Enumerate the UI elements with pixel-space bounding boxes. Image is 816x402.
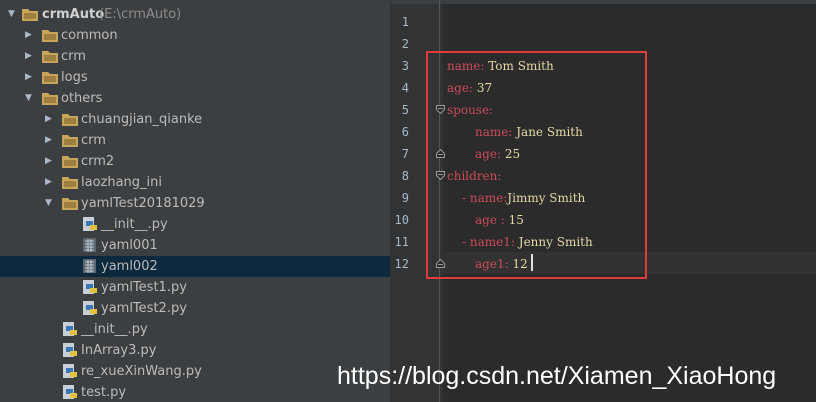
project-tree-panel: ▼ crmAuto (E:\crmAuto) ▶ common ▶ crm ▶ …: [0, 0, 390, 402]
tree-file-test-py[interactable]: test.py: [0, 382, 390, 402]
editor-tab-strip: [391, 0, 816, 4]
chevron-down-icon[interactable]: ▼: [45, 193, 52, 214]
chevron-right-icon[interactable]: ▶: [45, 109, 52, 130]
tree-item-label: InArray3.py: [81, 343, 157, 358]
tree-file-yaml002[interactable]: yaml002: [0, 256, 390, 277]
tree-item-label: logs: [61, 70, 88, 85]
tree-item-label: test.py: [81, 385, 127, 400]
tree-file-yamltest1[interactable]: yamlTest1.py: [0, 277, 390, 298]
tree-folder-others[interactable]: ▼ others: [0, 88, 390, 109]
tree-item-label: yamlTest2.py: [101, 301, 187, 316]
watermark: https://blog.csdn.net/Xiamen_XiaoHong: [337, 362, 777, 390]
tree-folder-common[interactable]: ▶ common: [0, 25, 390, 46]
tree-file-init-py[interactable]: __init__.py: [0, 214, 390, 235]
line-number: 10: [394, 213, 409, 227]
tree-folder-crm-sub[interactable]: ▶ crm: [0, 130, 390, 151]
folder-icon: [42, 30, 58, 42]
folder-icon: [62, 198, 78, 210]
chevron-right-icon[interactable]: ▶: [45, 130, 52, 151]
line-number: 8: [401, 169, 409, 183]
line-number: 6: [401, 125, 409, 139]
tree-root-path: (E:\crmAuto): [99, 7, 182, 22]
tree-root-name: crmAuto: [42, 7, 105, 22]
tree-folder-crm[interactable]: ▶ crm: [0, 46, 390, 67]
highlight-box-annotation: [426, 51, 647, 279]
python-file-icon: [63, 322, 77, 336]
tree-file-yaml001[interactable]: yaml001: [0, 235, 390, 256]
folder-icon: [62, 177, 78, 189]
tree-item-label: common: [61, 28, 118, 43]
folder-icon: [42, 72, 58, 84]
line-number: 1: [401, 15, 409, 29]
chevron-right-icon[interactable]: ▶: [45, 151, 52, 172]
line-number: 2: [401, 37, 409, 51]
tree-file-re-xuexinwang[interactable]: re_xueXinWang.py: [0, 361, 390, 382]
chevron-down-icon[interactable]: ▼: [25, 88, 32, 109]
python-file-icon: [83, 301, 97, 315]
text-file-icon: [83, 238, 96, 252]
tree-item-label: crm: [61, 49, 86, 64]
folder-icon: [62, 114, 78, 126]
tree-item-label: chuangjian_qianke: [81, 112, 203, 127]
tree-folder-chuangjian-qianke[interactable]: ▶ chuangjian_qianke: [0, 109, 390, 130]
line-number: 11: [394, 235, 409, 249]
chevron-down-icon[interactable]: ▼: [8, 4, 15, 25]
chevron-right-icon[interactable]: ▶: [25, 67, 32, 88]
tree-item-label: others: [61, 91, 103, 106]
line-number: 7: [401, 147, 409, 161]
chevron-right-icon[interactable]: ▶: [45, 172, 52, 193]
folder-icon: [42, 93, 58, 105]
tree-item-label: crm2: [81, 154, 115, 169]
python-file-icon: [63, 385, 77, 399]
line-number: 3: [401, 59, 409, 73]
line-number: 4: [401, 81, 409, 95]
line-number: 9: [401, 191, 409, 205]
text-file-icon: [83, 259, 96, 273]
tree-item-label: laozhang_ini: [81, 175, 163, 190]
tree-file-init-py-others[interactable]: __init__.py: [0, 319, 390, 340]
tree-folder-crm2[interactable]: ▶ crm2: [0, 151, 390, 172]
folder-icon: [22, 9, 38, 21]
tree-file-yamltest2[interactable]: yamlTest2.py: [0, 298, 390, 319]
tree-item-label: yamlTest20181029: [81, 196, 205, 211]
tree-item-label: __init__.py: [101, 217, 168, 232]
folder-icon: [62, 156, 78, 168]
python-file-icon: [63, 364, 77, 378]
chevron-right-icon[interactable]: ▶: [25, 25, 32, 46]
chevron-right-icon[interactable]: ▶: [25, 46, 32, 67]
folder-icon: [62, 135, 78, 147]
line-number: 12: [394, 257, 409, 271]
tree-root-crmAuto[interactable]: ▼ crmAuto (E:\crmAuto): [0, 4, 390, 25]
tree-folder-laozhang-ini[interactable]: ▶ laozhang_ini: [0, 172, 390, 193]
tree-item-label: yaml002: [101, 259, 158, 274]
tree-item-label: yamlTest1.py: [101, 280, 187, 295]
tree-item-label: crm: [81, 133, 106, 148]
tree-folder-yamltest[interactable]: ▼ yamlTest20181029: [0, 193, 390, 214]
folder-icon: [42, 51, 58, 63]
python-file-icon: [83, 280, 97, 294]
python-file-icon: [63, 343, 77, 357]
line-number: 5: [401, 103, 409, 117]
tree-file-inarray3[interactable]: InArray3.py: [0, 340, 390, 361]
tree-item-label: yaml001: [101, 238, 158, 253]
tree-item-label: __init__.py: [81, 322, 148, 337]
python-file-icon: [83, 217, 97, 231]
tree-folder-logs[interactable]: ▶ logs: [0, 67, 390, 88]
tree-item-label: re_xueXinWang.py: [81, 364, 202, 379]
